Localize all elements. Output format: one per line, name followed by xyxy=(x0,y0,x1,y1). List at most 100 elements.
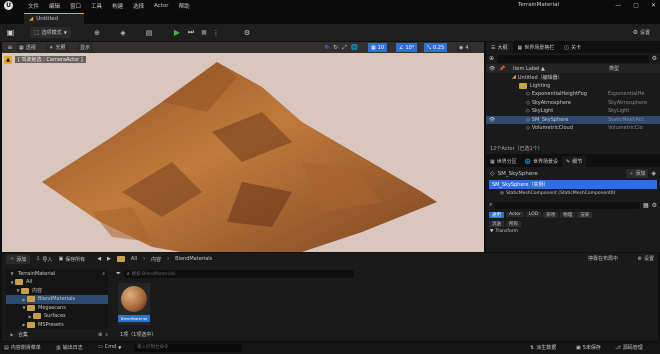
menu-file[interactable]: 文件 xyxy=(28,2,39,10)
filter-all[interactable]: 所有 xyxy=(506,220,521,227)
filter-icon[interactable]: ⏷ xyxy=(116,270,121,278)
eject-icon[interactable]: ▲ xyxy=(4,55,12,64)
component-instance-row[interactable]: SM_SkySphere（实例） xyxy=(489,180,657,189)
outliner-row[interactable]: ◇ SkyAtmosphere SkyAtmosphere xyxy=(486,99,660,108)
tab-world-settings[interactable]: 🌐 世界场景设 xyxy=(521,156,562,167)
menu-build[interactable]: 构建 xyxy=(112,2,123,10)
platforms-icon[interactable]: ⚙ xyxy=(242,28,252,37)
import-button[interactable]: ⇩ 导入 xyxy=(36,256,52,263)
unsaved-button[interactable]: ▣ 5未保存 xyxy=(576,344,601,352)
transform-section[interactable]: ▼ Transform xyxy=(486,228,660,235)
filter-lod[interactable]: LOD xyxy=(525,212,542,217)
perspective-button[interactable]: ▦ 透视 xyxy=(16,43,39,52)
filter-general[interactable]: 通用 xyxy=(489,211,504,218)
search-icon[interactable]: ⌕ xyxy=(102,271,105,277)
folder-tree-item[interactable]: ▼ All xyxy=(6,278,108,287)
cinematics-icon[interactable]: ▤ xyxy=(144,28,154,37)
outliner-row[interactable]: ◢ Untitled（编辑器） xyxy=(486,73,660,82)
visibility-icon[interactable]: 👁 xyxy=(486,117,508,123)
menu-tools[interactable]: 工具 xyxy=(91,2,102,10)
tab-world-layers[interactable]: ▦ 世界场景格栏 xyxy=(513,42,560,53)
camera-speed[interactable]: ◉ 4 xyxy=(456,43,472,52)
viewport-menu-icon[interactable]: ≡ xyxy=(6,43,14,51)
filter-misc[interactable]: 杂项 xyxy=(543,211,559,218)
tab-outliner[interactable]: ☰ 大纲 xyxy=(486,42,513,53)
visibility-column-icon[interactable]: 👁 xyxy=(489,66,499,72)
derived-data-button[interactable]: ⇅ 派生数据 xyxy=(530,344,556,352)
folder-tree-item[interactable]: ▶ MSPresets xyxy=(6,321,108,330)
back-icon[interactable]: ◀ xyxy=(97,256,101,262)
breadcrumb-blendmaterials[interactable]: BlendMaterials xyxy=(175,256,212,262)
asset-tile[interactable]: BlendMaterial xyxy=(118,283,150,325)
add-button[interactable]: + 添加 xyxy=(6,254,31,264)
col-type[interactable]: 类型 xyxy=(609,65,619,72)
output-log-button[interactable]: ▥ 输出日志 xyxy=(56,344,83,352)
settings-button[interactable]: ⚙ 设置 xyxy=(633,27,650,38)
angle-snap[interactable]: ∠ 10° xyxy=(396,43,418,52)
grid-view-icon[interactable]: ▦ xyxy=(643,202,649,209)
forward-icon[interactable]: ▶ xyxy=(107,256,111,262)
collapse-icon[interactable]: ▼ xyxy=(9,271,15,276)
show-button[interactable]: 显示 xyxy=(77,43,94,52)
asset-search-input[interactable]: ⌕ 搜索 BlendMaterials xyxy=(123,270,354,278)
settings-icon[interactable]: ⚙ xyxy=(652,55,657,62)
expand-icon[interactable]: ▶ xyxy=(9,332,15,337)
stop-icon[interactable]: ■ xyxy=(200,28,208,37)
tab-world-partition[interactable]: ▦ 世界分区 xyxy=(486,156,521,167)
lit-button[interactable]: ☀ 光照 xyxy=(46,43,69,52)
search-icon[interactable]: ⌕ xyxy=(105,332,108,338)
console-input[interactable]: 输入控制台命令 xyxy=(134,344,242,352)
menu-select[interactable]: 选择 xyxy=(133,2,144,10)
col-item-label[interactable]: Item Label ▲ xyxy=(509,66,609,72)
menu-window[interactable]: 窗口 xyxy=(70,2,81,10)
translate-icon[interactable]: ✥ xyxy=(324,44,329,51)
filter-streaming[interactable]: 流送 xyxy=(489,220,504,227)
source-control-button[interactable]: ⎇ 源码管理 xyxy=(615,344,643,352)
add-collection-icon[interactable]: ⊕ xyxy=(98,332,102,338)
outliner-search-input[interactable] xyxy=(497,54,649,63)
blueprint-icon[interactable]: ◈ xyxy=(118,28,128,37)
breadcrumb-all[interactable]: All xyxy=(131,256,137,262)
menu-actor[interactable]: Actor xyxy=(154,3,168,9)
menu-edit[interactable]: 编辑 xyxy=(49,2,60,10)
play-icon[interactable]: ▶ xyxy=(172,28,182,37)
level-viewport[interactable]: ≡ ▦ 透视 ☀ 光照 显示 ✥ ↻ ⤢ 🌐 ▦ 10 ∠ 10° ⤡ 0.25 xyxy=(2,42,484,252)
pin-column-icon[interactable]: 📌 xyxy=(499,66,509,72)
folder-tree-item[interactable]: ▼ 内容 xyxy=(6,287,108,296)
settings-button[interactable]: ⚙ 设置 xyxy=(638,255,655,263)
close-icon[interactable]: ✕ xyxy=(651,2,656,9)
tab-levels[interactable]: ◫ 关卡 xyxy=(559,42,586,53)
rotate-icon[interactable]: ↻ xyxy=(333,44,338,51)
maximize-icon[interactable]: ▢ xyxy=(633,2,639,9)
dock-in-layout-button[interactable]: 停靠在布局中 xyxy=(588,255,618,262)
component-row[interactable]: ◎ StaticMeshComponent (StaticMeshCompone… xyxy=(486,189,660,198)
outliner-row[interactable]: 👁 ◇ SM_SkySphere StaticMeshAct xyxy=(486,115,660,124)
cmd-selector[interactable]: ▭ Cmd ▼ xyxy=(98,344,121,350)
folder-tree-item[interactable]: ▶ BlendMaterials xyxy=(6,295,108,304)
scale-snap[interactable]: ⤡ 0.25 xyxy=(424,43,448,52)
filter-rendering[interactable]: 渲染 xyxy=(577,211,593,218)
settings-icon[interactable]: ⚙ xyxy=(652,202,657,209)
folder-tree-item[interactable]: ▶ Surfaces xyxy=(6,312,108,321)
blueprint-icon[interactable]: ◈ xyxy=(651,170,656,177)
details-search-input[interactable] xyxy=(495,201,640,209)
breadcrumb-content[interactable]: 内容 xyxy=(151,256,161,263)
outliner-row[interactable]: Lighting xyxy=(486,82,660,91)
skip-forward-icon[interactable]: ⏭ xyxy=(186,28,196,37)
content-drawer-button[interactable]: ▤ 内容侧滑菜单 xyxy=(4,344,41,352)
grid-snap[interactable]: ▦ 10 xyxy=(368,43,388,52)
filter-physics[interactable]: 物理 xyxy=(560,211,576,218)
mode-selector[interactable]: ⬚ 选项模式 ▼ xyxy=(30,27,71,38)
folder-tree-item[interactable]: ▼ Megascans xyxy=(6,304,108,313)
filter-actor[interactable]: Actor xyxy=(506,212,524,217)
outliner-row[interactable]: ◇ SkyLight SkyLight xyxy=(486,107,660,116)
world-icon[interactable]: 🌐 xyxy=(351,44,358,51)
add-filter-icon[interactable]: ⊕ xyxy=(489,55,494,62)
save-icon[interactable]: ▣ xyxy=(6,28,15,37)
add-component-button[interactable]: + 添加 xyxy=(626,169,649,178)
tab-details[interactable]: ✎ 细节 xyxy=(562,156,587,167)
tab-untitled[interactable]: ◢ Untitled xyxy=(24,13,84,24)
more-options-icon[interactable]: ⋮ xyxy=(212,28,220,37)
scale-icon[interactable]: ⤢ xyxy=(342,44,347,52)
outliner-row[interactable]: ◇ VolumetricCloud VolumetricClo xyxy=(486,124,660,133)
